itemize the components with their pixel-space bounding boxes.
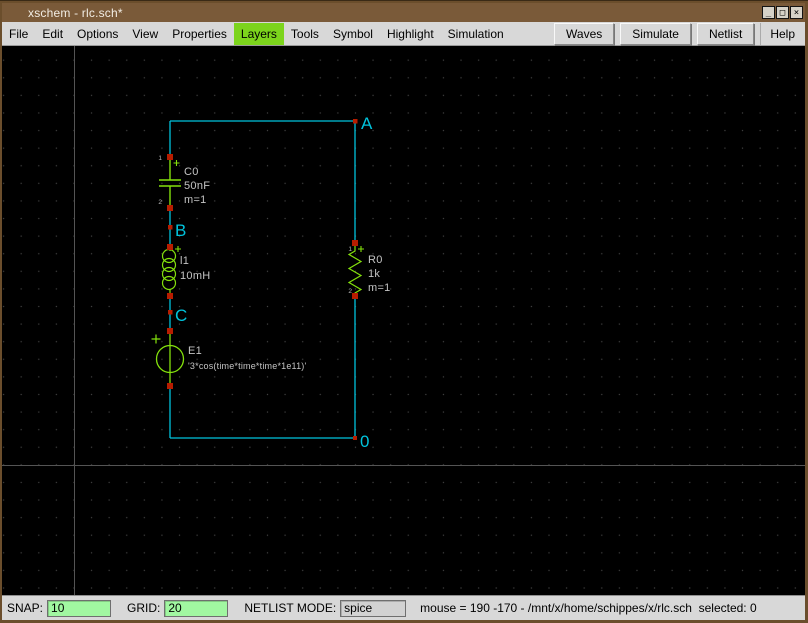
- net-label-a[interactable]: A: [361, 114, 373, 133]
- statusbar: SNAP: 10 GRID: 20 NETLIST MODE: spice mo…: [2, 595, 805, 620]
- menu-edit[interactable]: Edit: [35, 23, 70, 45]
- grid-input[interactable]: 20: [164, 600, 228, 617]
- grid-label: GRID:: [127, 601, 160, 615]
- plus-mark: [174, 160, 180, 166]
- cap-ref: C0: [184, 166, 199, 178]
- cap-mult: m=1: [184, 194, 207, 206]
- menu-file[interactable]: File: [2, 23, 35, 45]
- pin: [352, 293, 358, 299]
- pin: [352, 240, 358, 246]
- circuit-drawing: 1 2 C0 50nF m=1 l1 10mH: [2, 46, 805, 595]
- inductor-symbol: [163, 246, 182, 296]
- res-pin2-number: 2: [348, 288, 352, 295]
- pin: [167, 328, 173, 334]
- xschem-window: xschem - rlc.sch* _ □ × File Edit Option…: [0, 0, 808, 623]
- net-label-b[interactable]: B: [175, 221, 186, 240]
- res-ref: R0: [368, 254, 383, 266]
- close-button[interactable]: ×: [790, 6, 803, 19]
- minimize-button[interactable]: _: [762, 6, 775, 19]
- cap-value: 50nF: [184, 180, 210, 192]
- res-mult: m=1: [368, 282, 391, 294]
- menu-symbol[interactable]: Symbol: [326, 23, 380, 45]
- component-vsource-e1[interactable]: E1 '3*cos(time*time*time*1e11)': [152, 331, 307, 386]
- net-label-c[interactable]: C: [175, 306, 187, 325]
- pin: [167, 154, 173, 160]
- menu-highlight[interactable]: Highlight: [380, 23, 441, 45]
- net-label-0[interactable]: 0: [360, 432, 369, 451]
- vsource-value: '3*cos(time*time*time*1e11)': [188, 361, 306, 371]
- schematic-canvas[interactable]: 1 2 C0 50nF m=1 l1 10mH: [2, 46, 805, 595]
- pin: [167, 293, 173, 299]
- pin-label-c: [168, 310, 173, 315]
- cap-pin1-number: 1: [158, 155, 162, 162]
- capacitor-symbol: [159, 157, 181, 208]
- window-controls: _ □ ×: [761, 6, 803, 19]
- maximize-button[interactable]: □: [776, 6, 789, 19]
- menubar-right: Waves Simulate Netlist Help: [554, 22, 805, 45]
- netlist-mode-label: NETLIST MODE:: [244, 601, 336, 615]
- ind-value: 10mH: [180, 270, 211, 282]
- netlist-mode-input[interactable]: spice: [340, 600, 406, 617]
- res-pin1-number: 1: [348, 246, 352, 253]
- res-value: 1k: [368, 268, 380, 280]
- waves-button[interactable]: Waves: [554, 23, 614, 45]
- component-resistor-r0[interactable]: 1 2 R0 1k m=1: [348, 243, 390, 296]
- cap-pin2-number: 2: [158, 199, 162, 206]
- menu-properties[interactable]: Properties: [165, 23, 234, 45]
- ind-ref: l1: [180, 255, 189, 267]
- mouse-status-text: mouse = 190 -170 - /mnt/x/home/schippes/…: [420, 601, 757, 615]
- component-capacitor-c0[interactable]: 1 2 C0 50nF m=1: [158, 155, 210, 208]
- menu-tools[interactable]: Tools: [284, 23, 326, 45]
- menubar: File Edit Options View Properties Layers…: [2, 22, 805, 46]
- snap-label: SNAP:: [7, 601, 43, 615]
- titlebar: xschem - rlc.sch* _ □ ×: [2, 3, 805, 22]
- menu-layers[interactable]: Layers: [234, 23, 284, 45]
- netlist-button[interactable]: Netlist: [697, 23, 754, 45]
- pin-label-a: [353, 119, 358, 124]
- vsource-ref: E1: [188, 345, 202, 357]
- pin: [167, 205, 173, 211]
- plus-mark: [175, 246, 181, 252]
- pin-label-0: [353, 436, 357, 440]
- menu-help[interactable]: Help: [760, 23, 804, 45]
- menu-view[interactable]: View: [125, 23, 165, 45]
- plus-mark: [358, 246, 364, 252]
- vsource-symbol: [152, 331, 184, 386]
- menu-simulation[interactable]: Simulation: [441, 23, 511, 45]
- menu-options[interactable]: Options: [70, 23, 125, 45]
- simulate-button[interactable]: Simulate: [620, 23, 691, 45]
- pin: [167, 244, 173, 250]
- pin-label-b: [168, 225, 173, 230]
- snap-input[interactable]: 10: [47, 600, 111, 617]
- plus-mark: [152, 335, 161, 344]
- pin: [167, 383, 173, 389]
- window-title: xschem - rlc.sch*: [28, 6, 123, 20]
- component-inductor-l1[interactable]: l1 10mH: [163, 246, 211, 296]
